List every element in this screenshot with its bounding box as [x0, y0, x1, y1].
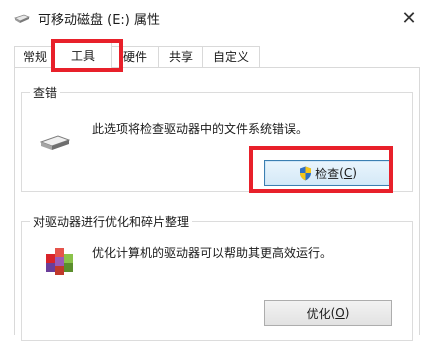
error-check-group-title: 查错: [30, 84, 61, 101]
tab-label: 自定义: [212, 50, 249, 64]
optimize-button[interactable]: 优化(O): [264, 300, 392, 326]
optimize-group: 对驱动器进行优化和碎片整理 优化计算机的驱动器可以帮助其更高效运行。 优化(O): [21, 213, 413, 341]
optimize-button-label: 优化: [306, 306, 331, 321]
close-button[interactable]: ✕: [392, 2, 426, 34]
tab-label: 工具: [70, 49, 95, 63]
check-button-label: 检查: [315, 166, 340, 181]
tab-label: 共享: [168, 50, 193, 64]
shield-icon: [300, 166, 312, 180]
tab-hardware[interactable]: 硬件: [110, 46, 160, 67]
optimize-group-title: 对驱动器进行优化和碎片整理: [30, 213, 193, 230]
defrag-icon: [46, 248, 73, 275]
title-bar: 可移动磁盘 (E:) 属性 ✕: [0, 0, 432, 36]
tab-tools[interactable]: 工具: [54, 42, 112, 69]
window-title: 可移动磁盘 (E:) 属性: [38, 13, 161, 28]
removable-drive-icon: [14, 14, 30, 23]
drive-icon: [40, 135, 70, 150]
tools-panel: 查错 此选项将检查驱动器中的文件系统错误。 检查(C) 对驱动器进行优化和碎片整…: [14, 67, 420, 341]
check-button-accesskey: C: [343, 166, 353, 180]
optimize-description: 优化计算机的驱动器可以帮助其更高效运行。: [92, 246, 333, 260]
tab-label: 常规: [22, 50, 47, 64]
tab-sharing[interactable]: 共享: [158, 46, 204, 67]
optimize-button-accesskey: O: [335, 306, 345, 320]
check-button[interactable]: 检查(C): [264, 160, 392, 186]
tab-general[interactable]: 常规: [14, 46, 56, 67]
error-check-group: 查错 此选项将检查驱动器中的文件系统错误。 检查(C): [21, 84, 413, 192]
close-icon: ✕: [401, 7, 417, 29]
tab-customize[interactable]: 自定义: [202, 46, 260, 67]
tab-label: 硬件: [122, 50, 147, 64]
error-check-description: 此选项将检查驱动器中的文件系统错误。: [92, 122, 309, 136]
